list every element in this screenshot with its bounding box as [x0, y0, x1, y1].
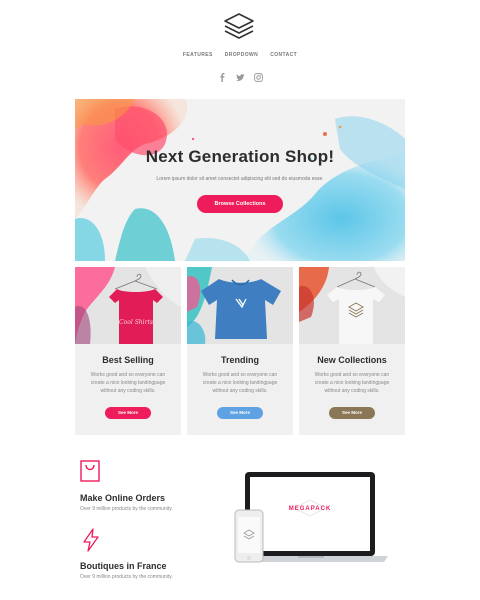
card-trending: Trending Works good and so everyone can … — [187, 267, 293, 435]
nav-item-dropdown[interactable]: DROPDOWN — [225, 52, 258, 58]
see-more-button[interactable]: See More — [105, 407, 151, 419]
see-more-button[interactable]: See More — [217, 407, 263, 419]
card-image: Cool Shirts — [75, 267, 181, 344]
card-title: New Collections — [317, 355, 387, 365]
hero-banner: Next Generation Shop! Lorem ipsum dolor … — [75, 99, 405, 261]
card-image — [187, 267, 293, 344]
logo-stack-icon — [224, 13, 254, 39]
instagram-icon[interactable] — [253, 69, 263, 82]
hero-subtitle: Lorem ipsum dolor sit amet consectet adi… — [156, 176, 324, 182]
device-mockup: MEGAPACK — [230, 470, 395, 570]
card-text: Works good and so everyone can create a … — [314, 372, 390, 394]
feature-subtitle: Over 9 million products by the community… — [80, 506, 173, 512]
feature-subtitle: Over 9 million products by the community… — [80, 574, 173, 580]
browse-collections-button[interactable]: Browse Collections — [197, 195, 283, 213]
shirt-print-text: Cool Shirts — [119, 319, 153, 326]
feature-title: Make Online Orders — [80, 493, 166, 503]
see-more-button[interactable]: See More — [329, 407, 375, 419]
card-title: Best Selling — [102, 355, 154, 365]
card-best-selling: Cool Shirts Best Selling Works good and … — [75, 267, 181, 435]
card-new-collections: New Collections Works good and so everyo… — [299, 267, 405, 435]
card-title: Trending — [221, 355, 259, 365]
twitter-icon[interactable] — [235, 69, 245, 81]
top-nav: FEATURES DROPDOWN CONTACT — [0, 52, 480, 58]
shopping-bag-icon — [80, 460, 100, 482]
facebook-icon[interactable] — [218, 69, 227, 82]
card-text: Works good and so everyone can create a … — [90, 372, 166, 394]
card-image — [299, 267, 405, 344]
hero-title: Next Generation Shop! — [145, 147, 335, 166]
device-screen-logo-text: MEGAPACK — [288, 506, 332, 512]
nav-item-contact[interactable]: CONTACT — [270, 52, 297, 58]
lightning-icon — [83, 528, 99, 552]
nav-item-features[interactable]: FEATURES — [183, 52, 213, 58]
feature-title: Boutiques in France — [80, 561, 167, 571]
social-links — [0, 69, 480, 82]
card-text: Works good and so everyone can create a … — [202, 372, 278, 394]
